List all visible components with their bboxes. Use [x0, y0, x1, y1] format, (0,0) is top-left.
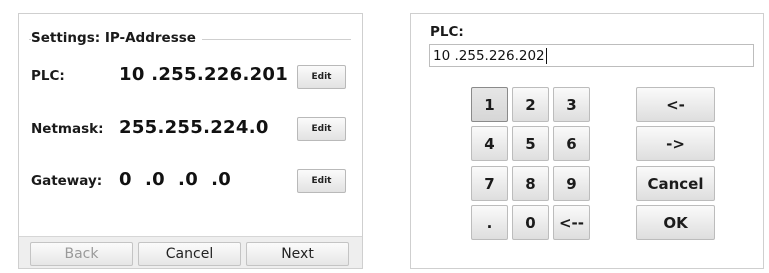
netmask-label: Netmask:: [31, 121, 104, 137]
gateway-label: Gateway:: [31, 173, 103, 189]
netmask-value: 255.255.224.0: [119, 117, 269, 138]
keypad-cancel-button[interactable]: Cancel: [636, 166, 715, 201]
ip-keypad-panel: PLC: 10 .255.226.202 1 2 3 4 5 6 7 8 9 .…: [410, 13, 764, 269]
key-0[interactable]: 0: [512, 205, 549, 240]
edit-netmask-button[interactable]: Edit: [297, 117, 346, 141]
key-6[interactable]: 6: [553, 126, 590, 161]
settings-panel: Settings: IP-Addresse PLC: 10 .255.226.2…: [18, 13, 363, 269]
edit-plc-button[interactable]: Edit: [297, 65, 346, 89]
key-9[interactable]: 9: [553, 166, 590, 201]
key-dot[interactable]: .: [471, 205, 508, 240]
plc-ip-value: 10 .255.226.201: [119, 64, 289, 85]
ip-address-text: 10 .255.226.202: [433, 47, 545, 64]
key-2[interactable]: 2: [512, 87, 549, 122]
bottom-button-bar: Back Cancel Next: [19, 236, 362, 268]
keypad-ok-button[interactable]: OK: [636, 205, 715, 240]
key-8[interactable]: 8: [512, 166, 549, 201]
cursor-left-key[interactable]: <-: [636, 87, 715, 122]
key-3[interactable]: 3: [553, 87, 590, 122]
cancel-button[interactable]: Cancel: [138, 242, 241, 266]
key-7[interactable]: 7: [471, 166, 508, 201]
backspace-key[interactable]: <--: [553, 205, 590, 240]
text-caret: [545, 47, 547, 64]
key-1[interactable]: 1: [471, 87, 508, 122]
cursor-right-key[interactable]: ->: [636, 126, 715, 161]
settings-title: Settings: IP-Addresse: [31, 30, 202, 46]
ip-address-input[interactable]: 10 .255.226.202: [429, 44, 754, 67]
next-button[interactable]: Next: [246, 242, 349, 266]
keypad-plc-label: PLC:: [430, 24, 464, 40]
edit-gateway-button[interactable]: Edit: [297, 169, 346, 193]
gateway-value: 0 .0 .0 .0: [119, 169, 232, 190]
back-button[interactable]: Back: [30, 242, 133, 266]
key-5[interactable]: 5: [512, 126, 549, 161]
plc-label: PLC:: [31, 68, 65, 84]
key-4[interactable]: 4: [471, 126, 508, 161]
